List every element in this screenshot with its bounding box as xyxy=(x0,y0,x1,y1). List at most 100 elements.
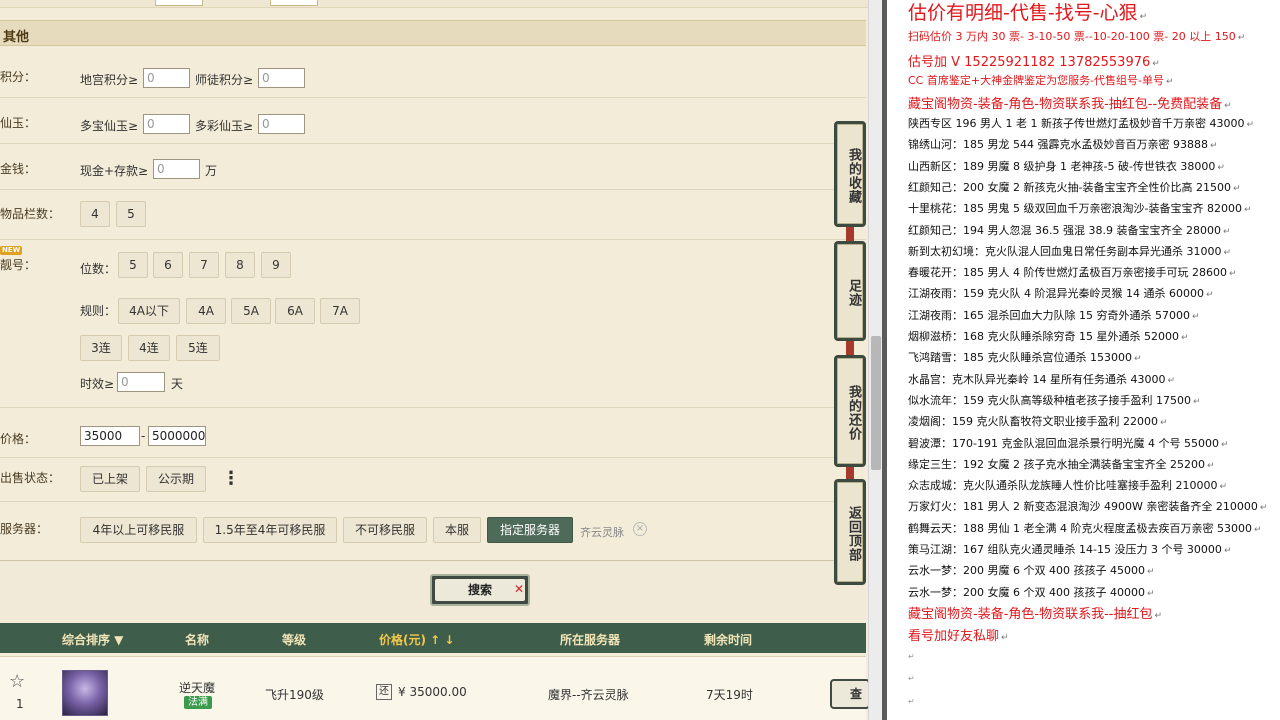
rule-option-7a[interactable]: 7A xyxy=(320,298,360,324)
school-badge: 法满 xyxy=(184,696,212,709)
server-option-specified[interactable]: 指定服务器 xyxy=(487,517,573,543)
price-row: 价格： 35000 - 5000000 xyxy=(0,408,866,458)
favorite-star-icon[interactable]: ☆ xyxy=(9,671,25,692)
multi-jade-label: 多宝仙玉≥ xyxy=(80,119,139,133)
return-mark: ↵ xyxy=(1220,439,1229,450)
server-option-4y-migrate[interactable]: 4年以上可移民服 xyxy=(80,517,197,543)
price-max-input[interactable]: 5000000 xyxy=(148,426,206,446)
valid-label: 时效≥ xyxy=(80,377,115,391)
cash-unit: 万 xyxy=(205,164,218,178)
footprint-button[interactable]: 足迹 xyxy=(834,241,866,341)
price-separator: - xyxy=(141,429,146,443)
section-title: 其他 xyxy=(3,30,30,45)
valid-unit: 天 xyxy=(171,377,184,391)
listing-line: 缘定三生：192 女魔 2 孩子克水抽全满装备宝宝齐全 25200 ↵ xyxy=(908,457,1215,471)
return-mark: ↵ xyxy=(1180,333,1189,343)
clear-server-icon[interactable]: × xyxy=(633,522,647,536)
return-mark: ↵ xyxy=(1167,375,1176,386)
listing-line: 策马江湖：167 组队克火通灵睡杀 14-15 没压力 3 个号 30000 ↵ xyxy=(908,543,1232,556)
col-server: 所在服务器 xyxy=(560,633,621,647)
return-mark: ↵ xyxy=(1146,567,1155,578)
slots-label: 物品栏数： xyxy=(0,207,61,221)
return-mark: ↵ xyxy=(1154,611,1163,621)
rule-label: 规则： xyxy=(80,304,117,318)
return-mark: ↵ xyxy=(1253,524,1262,535)
rule-option-4a[interactable]: 4A xyxy=(186,298,226,324)
filter-panel: 其他 积分： 地宫积分≥ 0 师徒积分≥ 0 仙玉： 多宝仙玉≥ 0 多彩仙玉≥… xyxy=(0,0,868,720)
digits-option-8[interactable]: 8 xyxy=(225,252,255,278)
listing-line: 众志成城：克火队通杀队龙族睡人性价比哇塞接手盈利 210000 ↵ xyxy=(908,479,1228,493)
cutoff-input-1[interactable] xyxy=(155,0,203,6)
listing-line: 红颜知己：200 女魔 2 新孩克火抽-装备宝宝齐全性价比高 21500 ↵ xyxy=(908,180,1241,194)
price-value: ¥ 35000.00 xyxy=(398,685,467,699)
color-jade-input[interactable]: 0 xyxy=(258,114,305,134)
slots-row: 物品栏数： 4 5 xyxy=(0,190,866,240)
digits-option-7[interactable]: 7 xyxy=(189,252,219,278)
color-jade-label: 多彩仙玉≥ xyxy=(195,119,254,133)
rule-option-4-in-row[interactable]: 4连 xyxy=(128,335,170,361)
return-mark: ↵ xyxy=(1146,588,1155,599)
rule-option-5a[interactable]: 5A xyxy=(231,298,271,324)
listing-line: 似水流年：159 克火队高等级种植老孩子接手盈利 17500 ↵ xyxy=(908,393,1201,407)
digits-label: 位数： xyxy=(80,262,117,276)
return-mark: ↵ xyxy=(1224,101,1232,111)
digits-option-5[interactable]: 5 xyxy=(118,252,148,278)
sort-price[interactable]: 价格(元) ↑ ↓ xyxy=(379,631,454,648)
my-favorites-button[interactable]: 我的收藏 xyxy=(834,121,866,227)
listing-line: 云水一梦：200 男魔 6 个双 400 孩孩子 45000 ↵ xyxy=(908,564,1155,578)
slots-option-4[interactable]: 4 xyxy=(80,201,110,227)
back-to-top-button[interactable]: 返回顶部 xyxy=(834,479,866,585)
server-row: 服务器： 4年以上可移民服 1.5年至4年可移民服 不可移民服 本服 指定服务器… xyxy=(0,502,866,560)
multi-jade-input[interactable]: 0 xyxy=(143,114,190,134)
avatar[interactable] xyxy=(62,670,108,716)
selected-server-tag: 齐云灵脉 xyxy=(580,526,624,539)
listing-line: 锦绣山河：185 男龙 544 强霹克水孟极妙音百万亲密 93888 ↵ xyxy=(908,138,1218,152)
digits-option-6[interactable]: 6 xyxy=(153,252,183,278)
listing-line: 水晶宫：克木队异光秦岭 14 星所有任务通杀 43000 ↵ xyxy=(908,372,1176,386)
rule-option-5-in-row[interactable]: 5连 xyxy=(176,335,220,361)
scrollbar-thumb[interactable] xyxy=(871,336,881,470)
server-option-this-server[interactable]: 本服 xyxy=(433,517,481,543)
sale-option-listed[interactable]: 已上架 xyxy=(80,466,140,492)
top-cutoff-inputs xyxy=(0,0,868,8)
dungeon-points-input[interactable]: 0 xyxy=(143,68,190,88)
listing-line: 烟柳滋桥：168 克火队睡杀除穷奇 15 星外通杀 52000 ↵ xyxy=(908,330,1189,343)
bargain-icon[interactable]: 还 xyxy=(376,684,392,700)
server-option-1-5y-migrate[interactable]: 1.5年至4年可移民服 xyxy=(203,517,337,543)
return-mark: ↵ xyxy=(1139,12,1148,22)
return-mark: ↵ xyxy=(1133,354,1142,365)
listing-line: 云水一梦：200 女魔 6 个双 400 孩孩子 40000 ↵ xyxy=(908,585,1155,599)
more-options-icon[interactable]: ⋮ xyxy=(222,468,240,489)
return-mark: ↵ xyxy=(1232,183,1241,194)
remaining-value: 7天19时 xyxy=(706,688,753,702)
points-row: 积分： 地宫积分≥ 0 师徒积分≥ 0 xyxy=(0,52,866,98)
mentor-points-input[interactable]: 0 xyxy=(258,68,305,88)
empty-line-mark: ↵ xyxy=(908,652,915,661)
cash-input[interactable]: 0 xyxy=(153,159,200,179)
cutoff-input-2[interactable] xyxy=(270,0,318,6)
sort-comprehensive[interactable]: 综合排序 ▼ xyxy=(62,631,123,648)
digits-option-9[interactable]: 9 xyxy=(261,252,291,278)
listing-line: 十里桃花：185 男鬼 5 级双回血千万亲密浪淘沙-装备宝宝齐 82000 ↵ xyxy=(908,202,1252,216)
return-mark: ↵ xyxy=(1001,633,1009,643)
section-header-other: 其他 xyxy=(0,20,866,46)
price-min-input[interactable]: 35000 xyxy=(80,426,140,446)
slots-option-5[interactable]: 5 xyxy=(116,201,146,227)
window-divider xyxy=(882,0,887,720)
view-button[interactable]: 查 xyxy=(830,679,868,709)
sale-option-publicity[interactable]: 公示期 xyxy=(146,466,206,492)
table-row[interactable]: ☆ 1 逆天魔 法满 飞升190级 还 ¥ 35000.00 魔界--齐云灵脉 … xyxy=(0,656,868,720)
server-option-no-migrate[interactable]: 不可移民服 xyxy=(343,517,427,543)
listing-line: 鹤舞云天：188 男仙 1 老全满 4 阶克火程度孟极去疾百万亲密 53000 ↵ xyxy=(908,521,1262,535)
listing-line: 碧波潭：170-191 克金队混回血混杀景行明光魔 4 个号 55000 ↵ xyxy=(908,436,1229,450)
rule-option-3-in-row[interactable]: 3连 xyxy=(80,335,122,361)
return-mark: ↵ xyxy=(1237,33,1246,43)
return-mark: ↵ xyxy=(1152,59,1160,69)
character-name[interactable]: 逆天魔 xyxy=(179,679,215,696)
return-mark: ↵ xyxy=(1223,546,1232,556)
rule-option-4a-below[interactable]: 4A以下 xyxy=(118,298,180,324)
valid-days-input[interactable]: 0 xyxy=(117,372,165,392)
search-button[interactable]: 搜索 ✕ xyxy=(430,574,530,606)
rule-option-6a[interactable]: 6A xyxy=(275,298,315,324)
my-bargain-button[interactable]: 我的还价 xyxy=(834,355,866,467)
